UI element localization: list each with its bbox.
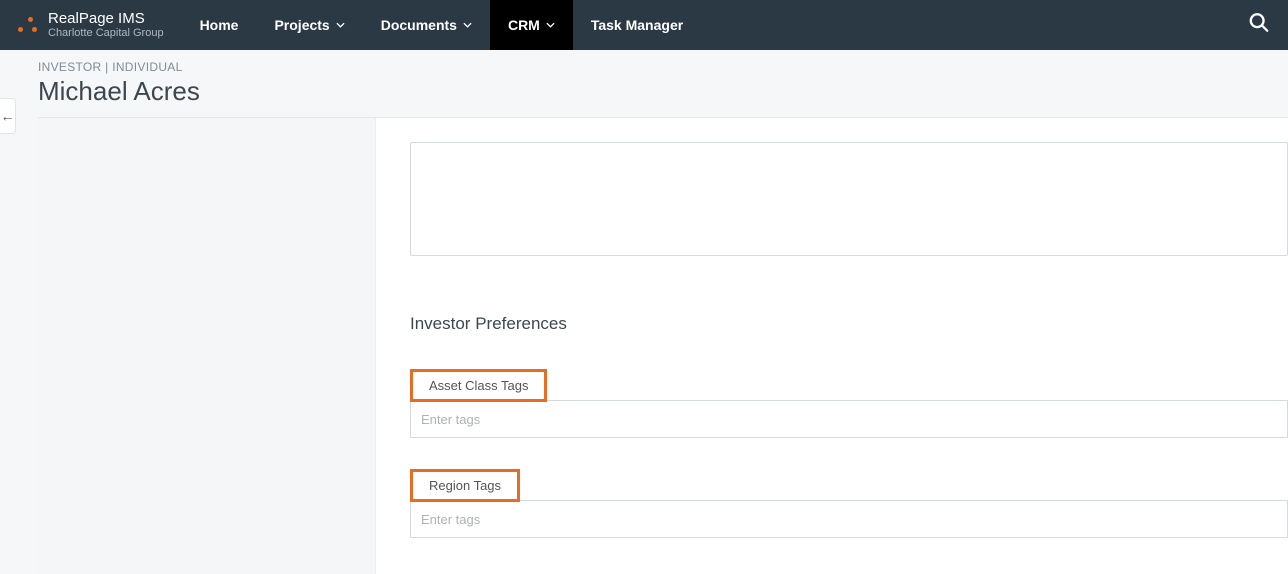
section-heading: Investor Preferences <box>410 314 1288 334</box>
chevron-down-icon <box>463 22 472 28</box>
nav-task-manager[interactable]: Task Manager <box>573 0 701 50</box>
nav-crm[interactable]: CRM <box>490 0 573 50</box>
search-icon[interactable] <box>1248 12 1270 39</box>
asset-class-label: Asset Class Tags <box>429 378 528 393</box>
asset-class-tags-input[interactable] <box>410 400 1288 438</box>
logo-icon <box>14 11 42 39</box>
page-title: Michael Acres <box>38 76 1288 107</box>
nav-home-label: Home <box>200 17 239 33</box>
side-panel <box>38 118 376 574</box>
main-panel: Investor Preferences Asset Class Tags Re… <box>376 118 1288 574</box>
notes-textarea[interactable] <box>410 142 1288 256</box>
chevron-down-icon <box>336 22 345 28</box>
brand-block: RealPage IMS Charlotte Capital Group <box>48 11 164 40</box>
nav-projects[interactable]: Projects <box>256 0 362 50</box>
arrow-left-icon: ← <box>1 108 15 124</box>
nav-projects-label: Projects <box>274 17 329 33</box>
region-label-highlight: Region Tags <box>410 469 520 502</box>
page-body: INVESTOR | INDIVIDUAL Michael Acres Inve… <box>0 60 1288 574</box>
brand-title: RealPage IMS <box>48 11 164 28</box>
nav-crm-label: CRM <box>508 17 540 33</box>
nav-task-manager-label: Task Manager <box>591 17 683 33</box>
main-nav: Home Projects Documents CRM Task Manager <box>182 0 702 50</box>
chevron-down-icon <box>546 22 555 28</box>
nav-documents[interactable]: Documents <box>363 0 490 50</box>
asset-class-field: Asset Class Tags <box>410 368 1288 438</box>
nav-home[interactable]: Home <box>182 0 257 50</box>
region-field: Region Tags <box>410 468 1288 538</box>
region-label: Region Tags <box>429 478 501 493</box>
brand-subtitle: Charlotte Capital Group <box>48 27 164 39</box>
app-header: RealPage IMS Charlotte Capital Group Hom… <box>0 0 1288 50</box>
content-area: Investor Preferences Asset Class Tags Re… <box>38 118 1288 574</box>
back-button[interactable]: ← <box>0 98 16 134</box>
asset-class-label-highlight: Asset Class Tags <box>410 369 547 402</box>
region-tags-input[interactable] <box>410 500 1288 538</box>
breadcrumb: INVESTOR | INDIVIDUAL <box>38 60 1288 74</box>
nav-documents-label: Documents <box>381 17 457 33</box>
